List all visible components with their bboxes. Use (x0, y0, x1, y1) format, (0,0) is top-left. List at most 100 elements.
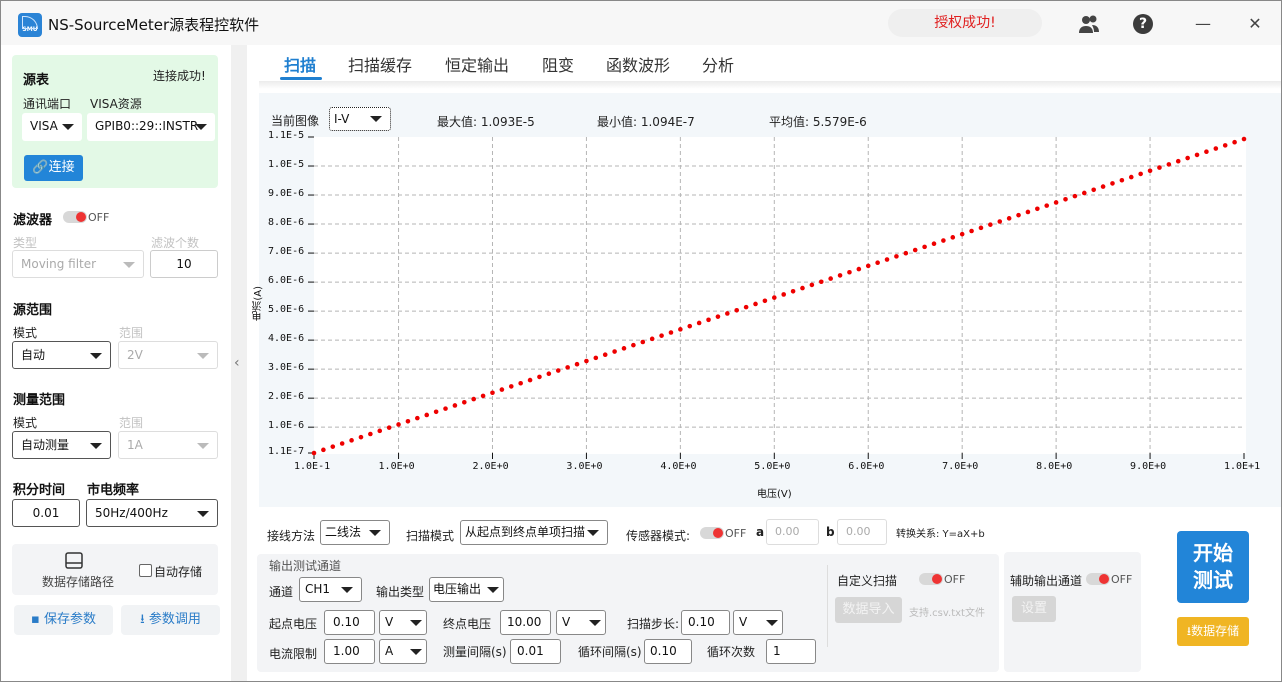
data-point (565, 365, 570, 370)
data-point (837, 273, 843, 278)
y-tick-label: 9.0E-6 (268, 188, 305, 200)
end-voltage-unit-select[interactable]: V (556, 610, 606, 635)
x-tick-label: 9.0E+0 (1130, 461, 1167, 472)
chevron-down-icon (487, 587, 499, 593)
data-point (1082, 190, 1087, 196)
scan-mode-value: 从起点到终点单项扫描 (465, 525, 586, 539)
x-tick-label: 2.0E+0 (472, 461, 509, 472)
data-point (988, 222, 993, 227)
scan-mode-select[interactable]: 从起点到终点单项扫描 (460, 520, 608, 545)
toggle-knob (1099, 574, 1109, 584)
x-tick-label: 6.0E+0 (848, 461, 885, 472)
data-point (499, 387, 505, 392)
data-point (321, 447, 326, 453)
data-point (1204, 149, 1209, 155)
start-voltage-label: 起点电压 (269, 617, 318, 631)
toggle-knob (713, 528, 723, 538)
output-type-value: 电压输出 (433, 582, 482, 596)
chevron-down-icon (766, 620, 778, 626)
data-point (753, 301, 758, 307)
scan-mode-label: 扫描模式 (406, 529, 455, 543)
data-point (1194, 152, 1200, 158)
data-point (1119, 177, 1125, 183)
current-limit-label: 电流限制 (269, 647, 318, 661)
data-point (377, 428, 383, 434)
data-point (471, 396, 476, 402)
data-point (950, 235, 956, 240)
scan-step-input[interactable]: 0.10 (681, 610, 730, 635)
data-point (1072, 193, 1078, 199)
data-point (330, 444, 336, 449)
aux-output-label: 辅助输出通道 (1010, 574, 1083, 588)
measure-interval-input[interactable]: 0.01 (510, 639, 561, 664)
aux-toggle-label: OFF (1111, 573, 1133, 586)
data-point (1185, 155, 1190, 161)
data-point (659, 333, 664, 338)
scan-step-unit: V (739, 615, 748, 629)
data-point (640, 339, 646, 345)
data-point (1044, 203, 1050, 208)
app-window: SMU NS-SourceMeter源表程控软件 授权成功! ? — ✕ 源表 … (0, 0, 1282, 682)
data-save-button[interactable]: ⭳数据存储 (1177, 617, 1249, 646)
channel-select[interactable]: CH1 (299, 577, 362, 602)
data-point (621, 346, 627, 351)
data-point (1166, 162, 1172, 167)
data-point (931, 241, 937, 246)
conversion-formula: 转换关系: Y=aX+b (896, 529, 985, 540)
loop-interval-input[interactable]: 0.10 (644, 639, 692, 664)
chevron-down-icon (410, 649, 422, 655)
current-limit-unit-select[interactable]: A (379, 639, 427, 664)
wiring-select[interactable]: 二线法 (320, 520, 390, 545)
sensor-toggle-label: OFF (725, 527, 747, 540)
start-voltage-unit-select[interactable]: V (379, 610, 427, 635)
scan-step-unit-select[interactable]: V (733, 610, 783, 635)
loop-interval-label: 循环间隔(s) (578, 645, 642, 659)
data-point (894, 254, 899, 259)
output-type-select[interactable]: 电压输出 (429, 577, 504, 602)
sensor-mode-toggle[interactable] (700, 527, 724, 539)
data-import-button[interactable]: 数据导入 (835, 597, 902, 623)
x-axis-label: 电压(V) (757, 489, 792, 500)
start-test-button[interactable]: 开始 测试 (1177, 531, 1249, 603)
start-voltage-input[interactable]: 0.10 (324, 610, 375, 635)
data-point (772, 295, 777, 300)
data-point (978, 225, 984, 231)
data-save-label: 数据存储 (1191, 624, 1240, 638)
data-point (875, 260, 880, 266)
end-voltage-input[interactable]: 10.00 (500, 610, 551, 635)
y-tick-label: 5.0E-6 (268, 304, 305, 316)
data-point (593, 355, 599, 361)
current-limit-input[interactable]: 1.00 (324, 639, 375, 664)
y-tick-label: 1.0E-6 (268, 420, 305, 432)
data-point (1053, 200, 1059, 205)
current-limit-unit: A (385, 644, 394, 658)
a-coefficient-input[interactable]: 0.00 (766, 519, 819, 545)
wiring-value: 二线法 (325, 525, 362, 539)
aux-setup-button[interactable]: 设置 (1012, 596, 1056, 622)
data-point (865, 263, 871, 269)
loop-count-input[interactable]: 1 (766, 639, 816, 664)
b-coefficient-input[interactable]: 0.00 (837, 519, 887, 545)
data-point (649, 336, 655, 342)
x-tick-label: 7.0E+0 (942, 461, 979, 472)
data-point (1128, 174, 1134, 180)
data-point (856, 266, 862, 272)
data-point (508, 384, 514, 389)
chevron-down-icon (589, 620, 601, 626)
data-point (311, 450, 317, 456)
data-point (490, 390, 495, 396)
data-point (1147, 168, 1153, 174)
data-point (415, 415, 420, 421)
data-point (631, 342, 636, 348)
data-point (847, 269, 852, 275)
data-point (1016, 212, 1021, 218)
chevron-down-icon (410, 620, 422, 626)
data-point (358, 434, 364, 440)
data-point (1006, 216, 1012, 221)
custom-scan-toggle[interactable] (919, 573, 943, 585)
loop-count-label: 循环次数 (707, 645, 756, 659)
y-tick-label: 4.0E-6 (268, 333, 305, 345)
data-point (1213, 146, 1219, 151)
aux-output-toggle[interactable] (1086, 573, 1110, 585)
data-point (537, 374, 542, 380)
